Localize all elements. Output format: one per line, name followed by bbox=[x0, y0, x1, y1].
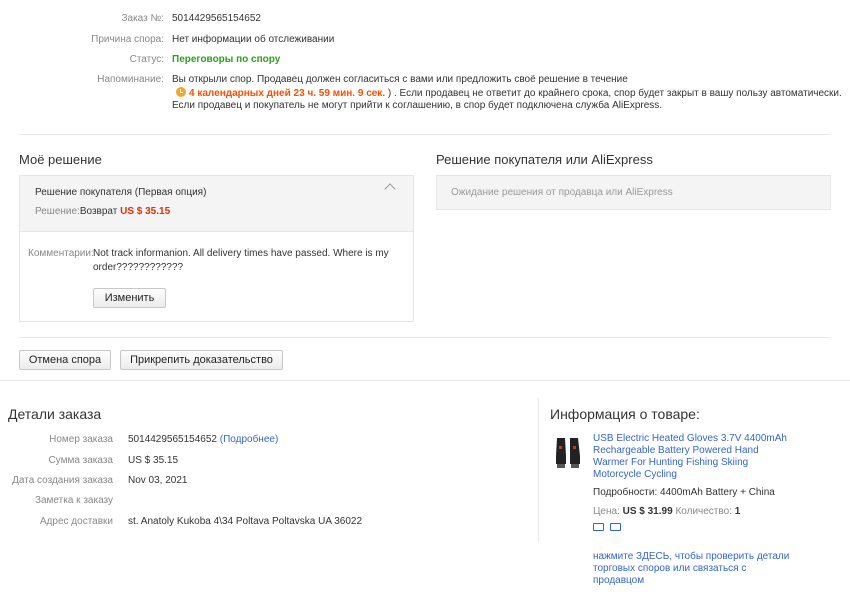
order-number-label: Заказ №: bbox=[121, 13, 164, 24]
product-icons bbox=[593, 523, 627, 534]
order-amount-value: US $ 35.15 bbox=[128, 455, 179, 466]
divider bbox=[19, 337, 830, 338]
my-solution-panel: Решение покупателя (Первая опция) Решени… bbox=[19, 175, 414, 322]
product-name-line-2: Rechargeable Battery Powered Hand bbox=[593, 445, 759, 456]
decision-label: Решение: bbox=[35, 206, 80, 217]
order-amount-label: Сумма заказа bbox=[48, 455, 113, 466]
order-note-label: Заметка к заказу bbox=[34, 495, 113, 506]
product-name-line-4: Motorcycle Cycling bbox=[593, 469, 677, 480]
comment-line-1: Not track informanion. All delivery time… bbox=[93, 248, 389, 259]
shipping-icon[interactable] bbox=[593, 523, 604, 531]
waiting-text: Ожидание решения от продавца или AliExpr… bbox=[451, 187, 673, 198]
product-name-link[interactable]: USB Electric Heated Gloves 3.7V 4400mAh … bbox=[593, 433, 787, 481]
product-thumbnail[interactable] bbox=[554, 434, 582, 470]
divider bbox=[0, 380, 850, 381]
quantity-value: 1 bbox=[734, 506, 741, 517]
order-number-row: 5014429565154652 (Подробнее) bbox=[128, 434, 278, 445]
dispute-reason-value: Нет информации об отслеживании bbox=[172, 34, 335, 45]
product-name-line-3: Warmer For Hunting Fishing Skiing bbox=[593, 457, 749, 468]
product-details: Подробности: 4400mAh Battery + China bbox=[593, 487, 775, 498]
price-label: Цена: bbox=[593, 506, 620, 517]
order-number-row-value: 5014429565154652 bbox=[128, 434, 217, 445]
buyer-solution-title: Решение покупателя или AliExpress bbox=[436, 152, 653, 167]
dispute-reason-label: Причина спора: bbox=[91, 34, 164, 45]
order-number-row-label: Номер заказа bbox=[49, 434, 113, 445]
edit-button[interactable]: Изменить bbox=[93, 288, 166, 308]
reminder-countdown: 4 календарных дней 23 ч. 59 мин. 9 сек. bbox=[189, 88, 386, 99]
shipping-address-value: st. Anatoly Kukoba 4\34 Poltava Poltavsk… bbox=[128, 516, 363, 527]
order-details-title: Детали заказа bbox=[8, 406, 102, 422]
clock-icon bbox=[176, 87, 186, 97]
reminder-line-3: Если продавец и покупатель не могут прий… bbox=[172, 100, 663, 111]
dispute-status-label: Статус: bbox=[129, 54, 164, 65]
help-line-1: нажмите ЗДЕСЬ, чтобы проверить детали bbox=[593, 551, 790, 562]
reminder-line-2-rest: ) . Если продавец не ответит до крайнего… bbox=[385, 88, 842, 99]
price-value: US $ 31.99 bbox=[622, 506, 673, 517]
help-line-3: продавцом bbox=[593, 575, 645, 586]
cancel-dispute-button[interactable]: Отмена спора bbox=[19, 350, 111, 370]
vertical-divider bbox=[538, 398, 539, 543]
product-name-line-1: USB Electric Heated Gloves 3.7V 4400mAh bbox=[593, 433, 787, 444]
solution-decision: Решение:Возврат US $ 35.15 bbox=[35, 206, 170, 217]
dispute-help-link[interactable]: нажмите ЗДЕСЬ, чтобы проверить детали то… bbox=[593, 551, 789, 587]
help-line-2: торговых споров или связаться с bbox=[593, 563, 747, 574]
product-info-title: Информация о товаре: bbox=[550, 406, 700, 422]
reminder-label: Напоминание: bbox=[97, 74, 164, 85]
buyer-solution-panel: Ожидание решения от продавца или AliExpr… bbox=[436, 175, 831, 210]
comment-line-2: order???????????? bbox=[93, 262, 184, 273]
reminder-line-1: Вы открыли спор. Продавец должен согласи… bbox=[172, 74, 628, 85]
product-details-value: 4400mAh Battery + China bbox=[660, 487, 775, 498]
solution-option-title: Решение покупателя (Первая опция) bbox=[35, 187, 207, 198]
order-created-value: Nov 03, 2021 bbox=[128, 475, 188, 486]
order-number-value: 5014429565154652 bbox=[172, 13, 261, 24]
comment-label: Комментарии: bbox=[28, 248, 94, 259]
divider bbox=[19, 134, 830, 135]
order-created-label: Дата создания заказа bbox=[12, 475, 113, 486]
dispute-status-value: Переговоры по спору bbox=[172, 54, 281, 65]
reminder-line-2: 4 календарных дней 23 ч. 59 мин. 9 сек. … bbox=[176, 87, 842, 99]
snapshot-icon[interactable] bbox=[610, 523, 621, 531]
attach-evidence-button[interactable]: Прикрепить доказательство bbox=[120, 350, 283, 370]
my-solution-title: Моё решение bbox=[19, 152, 102, 167]
decision-value: Возврат bbox=[79, 206, 118, 217]
quantity-label: Количество: bbox=[675, 506, 732, 517]
product-details-label: Подробности: bbox=[593, 487, 658, 498]
order-details-link[interactable]: (Подробнее) bbox=[220, 434, 279, 445]
shipping-address-label: Адрес доставки bbox=[39, 516, 113, 527]
solution-option-header[interactable] bbox=[20, 176, 413, 232]
product-price-row: Цена: US $ 31.99 Количество: 1 bbox=[593, 506, 740, 517]
decision-amount: US $ 35.15 bbox=[120, 206, 171, 217]
